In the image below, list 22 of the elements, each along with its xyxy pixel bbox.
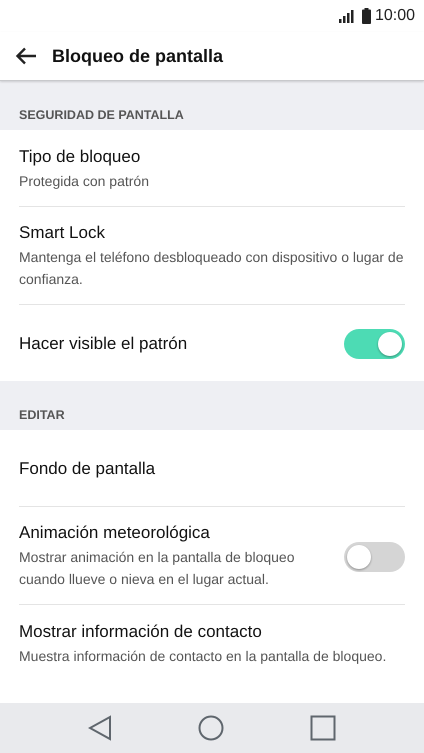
section-header: EDITAR (19, 408, 65, 422)
clock: 10:00 (374, 7, 415, 25)
toggle-switch[interactable] (344, 542, 405, 572)
section-header: SEGURIDAD DE PANTALLA (19, 108, 184, 122)
screen-title: Bloqueo de pantalla (52, 46, 224, 66)
toggle-switch[interactable] (344, 329, 405, 359)
setting-description: Protegida con patrón (19, 172, 150, 191)
back-arrow-icon[interactable] (15, 47, 37, 65)
back-icon[interactable] (88, 715, 112, 741)
setting-title: Fondo de pantalla (19, 459, 156, 479)
recents-icon[interactable] (310, 715, 336, 741)
setting-description: Muestra información de contacto en la pantalla de bloqueo. (19, 646, 388, 666)
signal-icon (338, 10, 355, 22)
setting-title: Smart Lock (19, 223, 106, 243)
setting-title: Hacer visible el patrón (19, 334, 188, 354)
setting-description: Mantenga el teléfono desbloqueado con dispositivo o lugar de confianza. (19, 248, 405, 289)
setting-title: Mostrar información de contacto (19, 622, 263, 642)
setting-description: Mostrar animación en la pantalla de bloqueo cuando llueve o nieva en el lugar actual. (19, 548, 296, 589)
setting-title: Tipo de bloqueo (19, 146, 142, 166)
setting-title: Animación meteorológica (19, 523, 211, 543)
battery-icon (362, 8, 371, 24)
home-icon[interactable] (198, 715, 224, 741)
